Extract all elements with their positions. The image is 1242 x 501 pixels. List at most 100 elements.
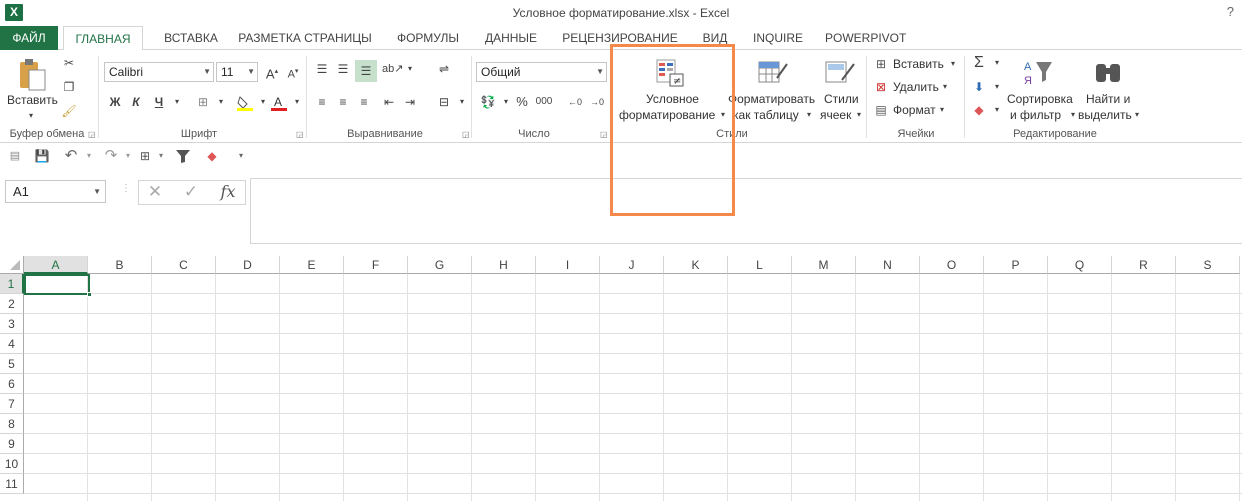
- resize-handle-icon[interactable]: ⋮: [121, 184, 131, 200]
- selected-cell[interactable]: [24, 274, 90, 295]
- column-header[interactable]: M: [792, 256, 856, 274]
- font-launcher-icon[interactable]: ◲: [296, 130, 304, 139]
- increase-indent-icon[interactable]: ⇥: [401, 93, 419, 111]
- insert-dropdown-icon[interactable]: ▾: [944, 55, 962, 73]
- row-header[interactable]: 9: [0, 434, 24, 454]
- column-header[interactable]: G: [408, 256, 472, 274]
- save-icon[interactable]: 💾: [33, 147, 51, 165]
- italic-button[interactable]: К: [127, 93, 145, 111]
- merge-center-icon[interactable]: ⊟: [435, 93, 453, 111]
- find-select-dropdown-icon[interactable]: ▾: [1128, 106, 1146, 124]
- name-box[interactable]: A1 ▼: [5, 180, 106, 203]
- clear-dropdown-icon[interactable]: ▾: [988, 101, 1006, 119]
- format-cells-button[interactable]: Формат: [893, 103, 936, 117]
- row-header[interactable]: 10: [0, 454, 24, 474]
- tab-data[interactable]: ДАННЫЕ: [482, 26, 540, 50]
- autosum-dropdown-icon[interactable]: ▾: [988, 54, 1006, 72]
- formula-input[interactable]: [250, 178, 1242, 244]
- merge-dropdown-icon[interactable]: ▾: [453, 93, 471, 111]
- format-cells-icon[interactable]: ▤: [872, 101, 890, 119]
- fill-dropdown-icon[interactable]: ▾: [988, 78, 1006, 96]
- wrap-text-icon[interactable]: ⇌: [435, 60, 453, 78]
- format-as-table-dropdown-icon[interactable]: ▾: [800, 106, 818, 124]
- tab-home[interactable]: ГЛАВНАЯ: [63, 26, 143, 51]
- enter-icon[interactable]: ✓: [182, 183, 200, 201]
- currency-icon[interactable]: 💱: [479, 93, 497, 111]
- delete-dropdown-icon[interactable]: ▾: [936, 78, 954, 96]
- cut-icon[interactable]: ✂: [60, 54, 78, 72]
- tab-file[interactable]: ФАЙЛ: [0, 26, 58, 50]
- bold-button[interactable]: Ж: [106, 93, 124, 111]
- column-header[interactable]: N: [856, 256, 920, 274]
- eraser-icon[interactable]: ◆: [203, 147, 221, 165]
- underline-dropdown-icon[interactable]: ▾: [168, 93, 186, 111]
- decrease-indent-icon[interactable]: ⇤: [380, 93, 398, 111]
- percent-button[interactable]: %: [513, 93, 531, 111]
- borders-icon[interactable]: ⊞: [194, 93, 212, 111]
- column-header[interactable]: C: [152, 256, 216, 274]
- insert-cells-icon[interactable]: ⊞: [872, 55, 890, 73]
- cell-styles-button[interactable]: ячеек: [820, 108, 851, 122]
- delete-cells-button[interactable]: Удалить: [893, 80, 939, 94]
- row-header[interactable]: 4: [0, 334, 24, 354]
- cell-styles-icon[interactable]: [824, 58, 856, 88]
- column-header[interactable]: E: [280, 256, 344, 274]
- tab-inquire[interactable]: INQUIRE: [751, 26, 805, 50]
- column-header[interactable]: I: [536, 256, 600, 274]
- column-header[interactable]: Q: [1048, 256, 1112, 274]
- column-header[interactable]: J: [600, 256, 664, 274]
- align-top-icon[interactable]: ☰: [313, 60, 331, 78]
- tab-page-layout[interactable]: РАЗМЕТКА СТРАНИЦЫ: [235, 26, 375, 50]
- alignment-launcher-icon[interactable]: ◲: [462, 130, 470, 139]
- orientation-dropdown-icon[interactable]: ▾: [401, 60, 419, 78]
- touch-mode-icon[interactable]: ▤: [6, 147, 24, 165]
- font-color-icon[interactable]: A: [270, 94, 288, 112]
- decrease-decimal-icon[interactable]: →0: [588, 93, 606, 111]
- filter-icon[interactable]: [175, 148, 191, 164]
- number-format-select[interactable]: Общий ▼: [476, 62, 607, 82]
- column-header[interactable]: B: [88, 256, 152, 274]
- column-header[interactable]: K: [664, 256, 728, 274]
- clear-icon[interactable]: ◆: [970, 101, 988, 119]
- borders-dropdown-icon[interactable]: ▾: [212, 93, 230, 111]
- copy-icon[interactable]: ❐: [60, 78, 78, 96]
- column-header[interactable]: S: [1176, 256, 1240, 274]
- tab-powerpivot[interactable]: POWERPIVOT: [825, 26, 906, 50]
- fill-color-icon[interactable]: [236, 94, 254, 112]
- row-header[interactable]: 2: [0, 294, 24, 314]
- undo-dropdown-icon[interactable]: ▾: [80, 147, 98, 165]
- find-select-icon[interactable]: [1093, 58, 1123, 88]
- paste-icon[interactable]: [14, 58, 48, 94]
- fill-handle[interactable]: [87, 292, 92, 297]
- row-header[interactable]: 8: [0, 414, 24, 434]
- column-header[interactable]: R: [1112, 256, 1176, 274]
- align-middle-icon[interactable]: ☰: [334, 60, 352, 78]
- borders-qat-dropdown-icon[interactable]: ▾: [152, 147, 170, 165]
- redo-dropdown-icon[interactable]: ▾: [119, 147, 137, 165]
- customize-qat-icon[interactable]: ▾: [232, 147, 250, 165]
- column-header[interactable]: P: [984, 256, 1048, 274]
- tab-formulas[interactable]: ФОРМУЛЫ: [393, 26, 463, 50]
- row-header[interactable]: 7: [0, 394, 24, 414]
- paste-button[interactable]: Вставить: [7, 93, 58, 107]
- font-color-dropdown-icon[interactable]: ▾: [288, 93, 306, 111]
- row-header[interactable]: 3: [0, 314, 24, 334]
- align-center-icon[interactable]: ≡: [334, 93, 352, 111]
- row-header[interactable]: 6: [0, 374, 24, 394]
- format-painter-icon[interactable]: 🖌: [60, 102, 78, 120]
- format-dropdown-icon[interactable]: ▾: [933, 101, 951, 119]
- align-bottom-icon[interactable]: ☰: [355, 60, 377, 82]
- increase-decimal-icon[interactable]: ←0: [566, 93, 584, 111]
- sort-filter-icon[interactable]: АЯ: [1022, 58, 1056, 88]
- font-size-select[interactable]: 11 ▼: [216, 62, 258, 82]
- underline-button[interactable]: Ч: [150, 93, 168, 111]
- autosum-icon[interactable]: Σ: [970, 54, 988, 72]
- orientation-icon[interactable]: ab↗: [382, 60, 403, 78]
- insert-cells-button[interactable]: Вставить: [893, 57, 944, 71]
- redo-icon[interactable]: ↷: [102, 147, 120, 165]
- undo-icon[interactable]: ↶: [62, 147, 80, 165]
- format-as-table-button[interactable]: как таблицу: [733, 108, 799, 122]
- column-header[interactable]: F: [344, 256, 408, 274]
- column-header[interactable]: L: [728, 256, 792, 274]
- column-header[interactable]: A: [24, 256, 88, 274]
